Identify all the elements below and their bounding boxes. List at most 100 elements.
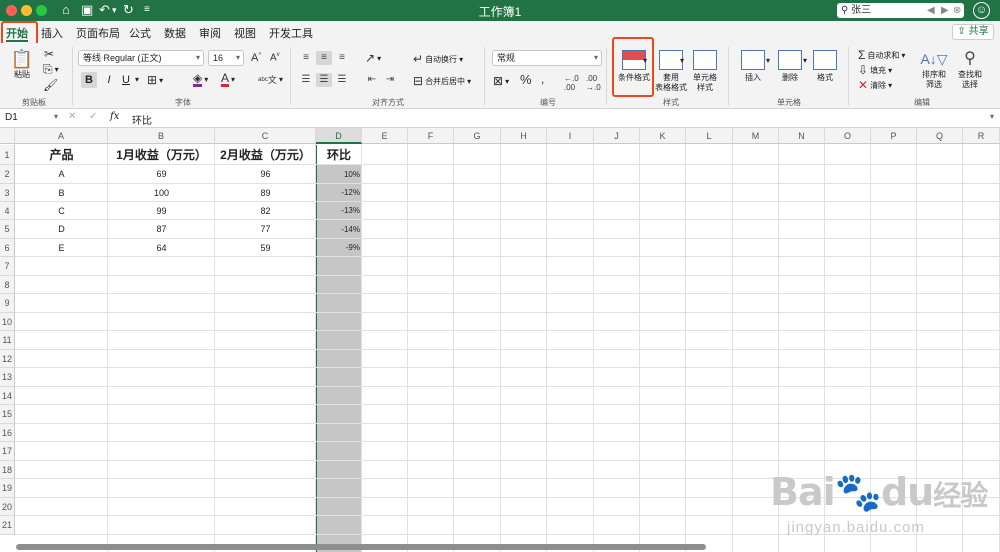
underline-dropdown-icon[interactable]: ▾ — [135, 75, 139, 84]
column-header-a[interactable]: A — [15, 128, 108, 144]
align-bottom-button[interactable]: ≡ — [334, 51, 350, 65]
align-top-button[interactable]: ≡ — [298, 51, 314, 65]
row-header-1[interactable]: 1 — [0, 145, 15, 165]
column-header-q[interactable]: Q — [917, 128, 963, 144]
tab-page-layout[interactable]: 页面布局 — [76, 25, 120, 41]
tab-insert[interactable]: 插入 — [41, 25, 63, 41]
previous-result-icon[interactable]: ◀ — [927, 3, 935, 18]
percent-style-button[interactable]: % — [520, 72, 532, 87]
row-header-13[interactable]: 13 — [0, 368, 15, 387]
borders-icon[interactable]: ⊞ ▾ — [147, 73, 163, 87]
insert-cells-button[interactable]: 插入 — [738, 50, 768, 83]
name-box-dropdown-icon[interactable]: ▾ — [54, 112, 58, 121]
format-painter-icon[interactable]: 🖌 — [43, 78, 58, 92]
bold-button[interactable]: B — [81, 72, 97, 88]
data-cell[interactable]: D — [15, 220, 108, 239]
header-cell[interactable]: 1月收益（万元） — [108, 145, 215, 165]
delete-cells-button[interactable]: 删除 — [775, 50, 805, 83]
confirm-entry-icon[interactable]: ✓ — [89, 111, 97, 122]
data-cell[interactable]: 59 — [215, 239, 316, 257]
row-header-16[interactable]: 16 — [0, 424, 15, 442]
column-header-o[interactable]: O — [825, 128, 871, 144]
row-header-7[interactable]: 7 — [0, 257, 15, 276]
paste-button[interactable]: 📋 粘贴 — [8, 48, 36, 80]
insert-function-icon[interactable]: fx — [110, 111, 119, 122]
search-clear-icon[interactable]: ⊗ — [953, 3, 961, 18]
header-cell[interactable]: 环比 — [316, 145, 362, 165]
column-header-e[interactable]: E — [362, 128, 408, 144]
data-cell[interactable]: 64 — [108, 239, 215, 257]
row-header-3[interactable]: 3 — [0, 184, 15, 202]
row-header-21[interactable]: 21 — [0, 516, 15, 535]
autosum-button[interactable]: Σ 自动求和 ▾ — [858, 48, 905, 62]
tab-review[interactable]: 审阅 — [199, 25, 221, 41]
data-cell[interactable]: -12% — [316, 184, 362, 202]
delete-dropdown-icon[interactable]: ▾ — [803, 56, 807, 65]
row-header-18[interactable]: 18 — [0, 461, 15, 479]
decrease-indent-button[interactable]: ⇤ — [364, 73, 380, 87]
column-header-c[interactable]: C — [215, 128, 316, 144]
next-result-icon[interactable]: ▶ — [941, 3, 949, 18]
data-cell[interactable]: 99 — [108, 202, 215, 220]
data-cell[interactable]: 89 — [215, 184, 316, 202]
column-header-r[interactable]: R — [963, 128, 1000, 144]
font-color-icon[interactable]: A ▾ — [221, 72, 235, 87]
data-cell[interactable]: -14% — [316, 220, 362, 239]
column-header-i[interactable]: I — [547, 128, 594, 144]
fill-color-icon[interactable]: ◈ ▾ — [193, 72, 208, 87]
data-cell[interactable]: 82 — [215, 202, 316, 220]
merge-center-button[interactable]: ⊟ 合并后居中 ▾ — [413, 74, 471, 88]
column-header-k[interactable]: K — [640, 128, 686, 144]
increase-decimal-icon[interactable]: ←.0.00 — [564, 74, 579, 92]
cell-styles-button[interactable]: 单元格 样式 — [690, 50, 720, 93]
data-cell[interactable]: 77 — [215, 220, 316, 239]
accounting-format-icon[interactable]: ⊠ ▾ — [493, 74, 509, 88]
row-header-14[interactable]: 14 — [0, 387, 15, 405]
underline-button[interactable]: U — [118, 72, 134, 88]
format-as-table-dropdown-icon[interactable]: ▾ — [680, 56, 684, 65]
header-cell[interactable]: 产品 — [15, 145, 108, 165]
italic-button[interactable]: I — [101, 72, 117, 88]
increase-font-icon[interactable]: A^ — [251, 52, 261, 64]
align-left-button[interactable]: ☰ — [298, 73, 314, 87]
clear-button[interactable]: ✕ 清除 ▾ — [858, 78, 892, 92]
align-right-button[interactable]: ☰ — [334, 73, 350, 87]
data-cell[interactable]: 100 — [108, 184, 215, 202]
column-header-j[interactable]: J — [594, 128, 640, 144]
find-select-button[interactable]: ⚲ 查找和 选择 — [954, 48, 986, 90]
column-header-h[interactable]: H — [501, 128, 547, 144]
data-cell[interactable]: 69 — [108, 165, 215, 184]
font-size-select[interactable]: 16 ▾ — [208, 50, 244, 66]
column-header-f[interactable]: F — [408, 128, 454, 144]
column-header-l[interactable]: L — [686, 128, 733, 144]
tab-developer[interactable]: 开发工具 — [269, 25, 313, 41]
sort-filter-button[interactable]: A↓▽ 排序和 筛选 — [918, 48, 950, 90]
decrease-decimal-icon[interactable]: .00 →.0 — [586, 74, 601, 92]
font-name-select[interactable]: 等线 Regular (正文) ▾ — [78, 50, 204, 66]
account-avatar-icon[interactable]: ☺ — [973, 2, 990, 19]
share-button[interactable]: ⇪ 共享 — [952, 24, 994, 40]
tab-formulas[interactable]: 公式 — [129, 25, 151, 41]
formula-input[interactable]: 环比 — [132, 112, 982, 127]
name-box[interactable]: D1 — [5, 112, 55, 123]
cut-icon[interactable]: ✂ — [44, 47, 54, 61]
phonetic-icon[interactable]: ᵃᵇᶜ文 ▾ — [258, 73, 283, 86]
row-header-20[interactable]: 20 — [0, 498, 15, 516]
tab-view[interactable]: 视图 — [234, 25, 256, 41]
decrease-font-icon[interactable]: Av — [270, 52, 280, 63]
data-cell[interactable]: B — [15, 184, 108, 202]
column-header-p[interactable]: P — [871, 128, 917, 144]
column-header-b[interactable]: B — [108, 128, 215, 144]
data-cell[interactable]: C — [15, 202, 108, 220]
header-cell[interactable]: 2月收益（万元） — [215, 145, 316, 165]
row-header-8[interactable]: 8 — [0, 276, 15, 294]
row-header-4[interactable]: 4 — [0, 202, 15, 220]
row-header-6[interactable]: 6 — [0, 239, 15, 257]
data-cell[interactable]: -13% — [316, 202, 362, 220]
row-header-9[interactable]: 9 — [0, 294, 15, 313]
data-cell[interactable]: 87 — [108, 220, 215, 239]
column-header-d[interactable]: D — [316, 128, 362, 144]
search-box[interactable]: ⚲ 张三 ◀ ▶ ⊗ — [837, 3, 964, 18]
format-cells-button[interactable]: 格式 — [810, 50, 840, 83]
column-header-m[interactable]: M — [733, 128, 779, 144]
